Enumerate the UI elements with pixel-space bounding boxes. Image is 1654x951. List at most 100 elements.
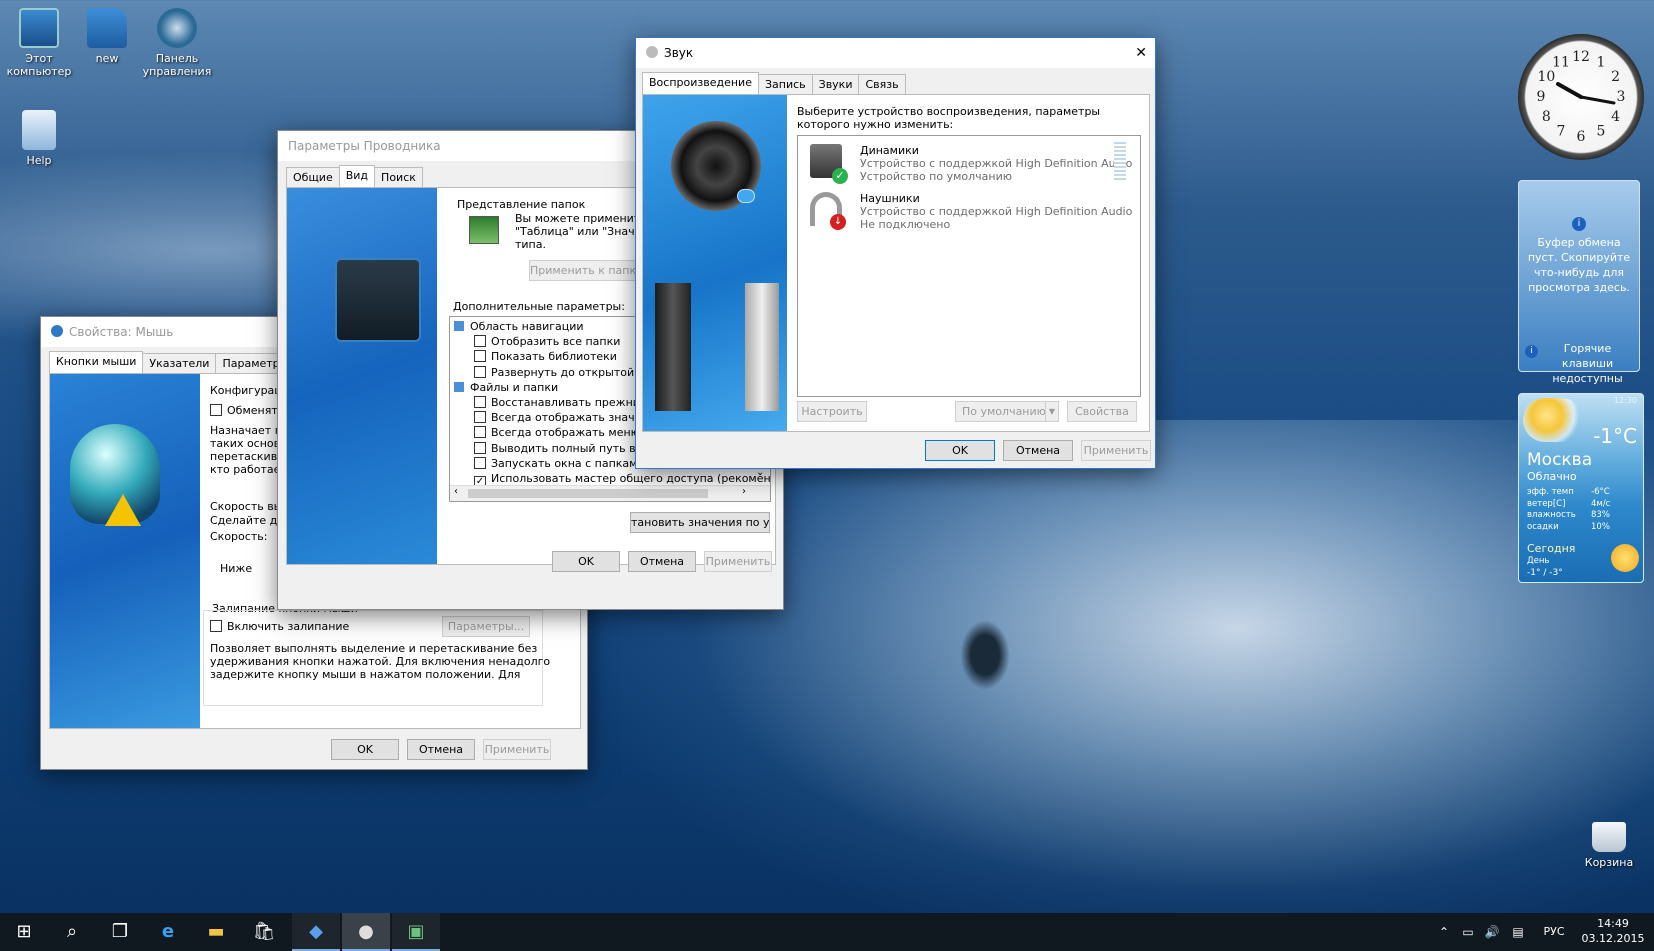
network-icon[interactable]: ▭ [1456, 913, 1480, 951]
device-status: Устройство по умолчанию [860, 170, 1013, 183]
tab-playback[interactable]: Воспроизведение [642, 72, 759, 94]
sound-taskbar-icon[interactable]: ● [342, 913, 390, 951]
language-indicator[interactable]: РУС [1534, 913, 1574, 951]
folder-views-desc-line: типа. [515, 238, 546, 251]
minute-hand [1579, 95, 1616, 105]
device-speakers[interactable]: ✓ Динамики Устройство с поддержкой High … [800, 138, 1136, 186]
tab-search[interactable]: Поиск [374, 167, 423, 187]
sound-cancel-button[interactable]: Отмена [1003, 440, 1073, 461]
warning-icon [105, 494, 141, 526]
weather-detail-value: -6°C [1591, 487, 1610, 497]
sound-window[interactable]: Звук ✕ Воспроизведение Запись Звуки Связ… [635, 37, 1156, 469]
show-hidden-icons-icon[interactable]: ⌃ [1432, 913, 1456, 951]
sound-window-titlebar[interactable]: Звук ✕ [636, 38, 1155, 68]
floor-speaker-left-icon [655, 283, 691, 411]
device-properties-button[interactable]: Свойства [1067, 401, 1137, 422]
configure-button[interactable]: Настроить [797, 401, 867, 422]
weather-day: День [1527, 556, 1550, 566]
disconnected-arrow-icon: ↓ [830, 214, 846, 230]
task-view-icon[interactable]: ❐ [96, 913, 144, 951]
folder-views-icon [469, 216, 499, 244]
sticky-description: Позволяет выполнять выделение и перетаск… [210, 642, 550, 681]
tab-pointers[interactable]: Указатели [142, 353, 217, 373]
explorer-ok-button[interactable]: OK [552, 551, 620, 572]
desktop-icon-control-panel[interactable]: Панель управления [138, 8, 216, 78]
weather-detail-value: 10% [1591, 521, 1610, 532]
desktop-icon-help[interactable]: Help [0, 110, 78, 167]
weather-range: -1° / -3° [1527, 568, 1563, 578]
volume-icon[interactable]: 🔊 [1480, 913, 1504, 951]
search-icon[interactable]: ⌕ [48, 913, 96, 951]
weather-detail-row: осадки 10% [1527, 522, 1627, 534]
explorer-options-taskbar-icon[interactable]: ▣ [392, 913, 440, 951]
apply-to-folders-button[interactable]: Применить к папкам [529, 260, 647, 281]
clock-gadget[interactable]: 12 1 2 3 4 5 6 7 8 9 10 11 [1518, 34, 1644, 160]
tab-recording[interactable]: Запись [757, 74, 813, 94]
scroll-right-icon[interactable]: › [742, 486, 746, 497]
close-icon[interactable]: ✕ [1135, 38, 1147, 68]
set-default-dropdown-icon[interactable]: ▼ [1045, 402, 1058, 421]
weather-detail-value: 83% [1591, 510, 1610, 520]
clipboard-gadget[interactable]: i Буфер обмена пуст. Скопируйте что-нибу… [1518, 180, 1640, 385]
clock-number: 2 [1611, 69, 1620, 85]
store-icon[interactable]: 🛍 [240, 913, 288, 951]
playback-prompt: Выберите устройство воспроизведения, пар… [797, 105, 1101, 131]
clock-tray[interactable]: 14:49 03.12.2015 [1578, 916, 1648, 946]
sound-icon [646, 46, 658, 58]
clock-face: 12 12 3 45678 9 1011 [1537, 49, 1626, 145]
sticky-description-line: Позволяет выполнять выделение и перетаск… [210, 642, 538, 655]
tab-view[interactable]: Вид [338, 165, 376, 187]
device-headphones[interactable]: ↓ Наушники Устройство с поддержкой High … [800, 188, 1136, 236]
tab-general[interactable]: Общие [286, 167, 340, 187]
explorer-apply-button[interactable]: Применить [704, 551, 772, 572]
scroll-left-icon[interactable]: ‹ [454, 486, 458, 497]
tray-date: 03.12.2015 [1581, 932, 1645, 945]
folder-views-desc-line: Вы можете применить это [515, 212, 645, 225]
restore-defaults-button[interactable]: тановить значения по умолч [630, 512, 770, 533]
clipboard-hotkeys-row: i Горячие клавиши недоступны [1525, 341, 1637, 386]
tree-item-label: Область навигации [470, 320, 584, 333]
mouse-cancel-button[interactable]: Отмена [407, 739, 475, 760]
action-center-icon[interactable]: ▤ [1506, 913, 1530, 951]
mouse-settings-taskbar-icon[interactable]: ◆ [292, 913, 340, 951]
set-default-button[interactable]: По умолчанию [955, 401, 1059, 422]
desktop-icon-recycle-bin[interactable]: Корзина [1570, 822, 1648, 869]
folder-views-label: Представление папок [457, 198, 586, 211]
clock-number: 11 [1552, 54, 1570, 70]
recycle-bin-icon [1592, 822, 1626, 852]
clock-number: 1 [1597, 54, 1606, 70]
desktop-icon-computer[interactable]: Этот компьютер [0, 8, 78, 78]
checkbox-box [474, 441, 486, 454]
folder-views-desc: Вы можете применить это"Таблица" или "Зн… [515, 212, 645, 251]
weather-time: 12:30 [1613, 396, 1637, 405]
weather-detail-value: 4м/с [1591, 498, 1611, 509]
file-explorer-icon[interactable]: ▬ [192, 913, 240, 951]
tree-horizontal-scrollbar[interactable]: ‹ › [450, 485, 770, 501]
desktop-icon-new[interactable]: new [68, 8, 146, 65]
edge-browser-icon[interactable]: e [144, 913, 192, 951]
mouse-ok-button[interactable]: OK [331, 739, 399, 760]
checkbox-box [210, 620, 222, 632]
tab-sounds[interactable]: Звуки [811, 74, 860, 94]
weather-gadget[interactable]: 12:30 -1°C Москва Облачно эфф. темп -6°C в… [1518, 393, 1644, 583]
start-windows-icon[interactable]: ⊞ [0, 913, 48, 951]
playback-panel: Выберите устройство воспроизведения, пар… [642, 94, 1150, 432]
tab-communications[interactable]: Связь [858, 74, 906, 94]
mouse-apply-button[interactable]: Применить [483, 739, 551, 760]
scroll-thumb[interactable] [468, 489, 708, 498]
playback-device-list[interactable]: ✓ Динамики Устройство с поддержкой High … [797, 135, 1141, 397]
explorer-cancel-button[interactable]: Отмена [628, 551, 696, 572]
info-icon: i [1525, 345, 1538, 358]
sound-ok-button[interactable]: OK [925, 440, 995, 461]
sticky-params-button[interactable]: Параметры... [442, 616, 530, 637]
sticky-keys-checkbox[interactable]: Включить залипание [210, 620, 349, 633]
tab-mouse-buttons[interactable]: Кнопки мыши [49, 351, 144, 373]
tree-checkbox-item[interactable]: ✓ Использовать мастер общего доступа (рек… [452, 471, 770, 488]
weather-detail-row: эфф. темп -6°C [1527, 487, 1627, 499]
sound-apply-button[interactable]: Применить [1081, 440, 1151, 461]
device-status: Не подключено [860, 218, 951, 231]
speaker-illustration [643, 95, 787, 431]
device-description: Устройство с поддержкой High Definition … [860, 205, 1133, 218]
weather-detail-label: эфф. темп [1527, 487, 1574, 497]
control-panel-icon [157, 8, 197, 48]
